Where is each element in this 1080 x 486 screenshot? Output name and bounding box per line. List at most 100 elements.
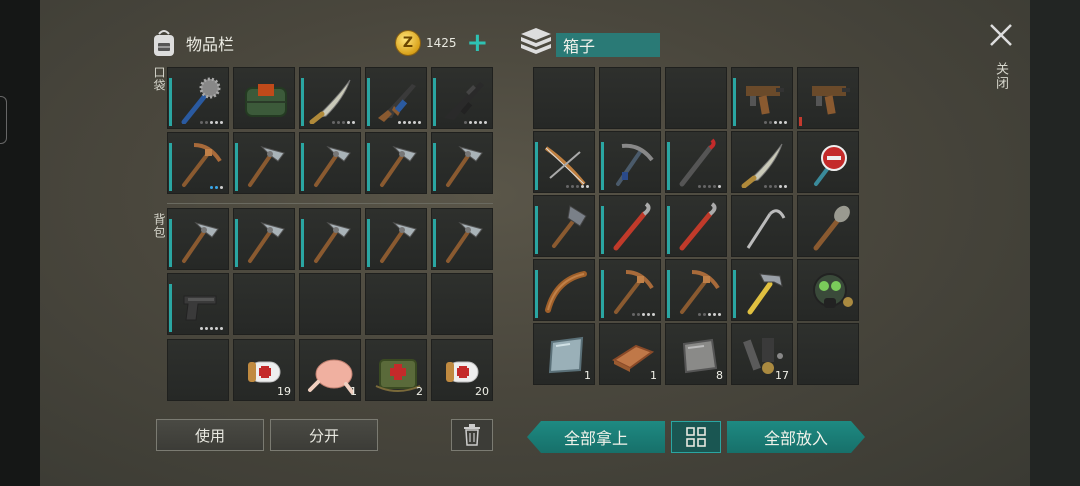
coin-balance: Z 1425 + xyxy=(396,30,489,56)
box-slot-empty[interactable] xyxy=(665,67,727,129)
pickaxe-icon xyxy=(182,143,222,187)
inventory-slot[interactable] xyxy=(431,132,493,194)
pickaxe-icon xyxy=(680,270,720,314)
backpack-icon xyxy=(154,30,174,56)
item-count: 1 xyxy=(584,369,591,382)
durability-dots xyxy=(200,327,223,330)
inventory-slot[interactable] xyxy=(431,67,493,129)
box-slot[interactable]: 17 xyxy=(731,323,793,385)
bow-icon xyxy=(544,146,586,186)
inventory-slot-empty[interactable] xyxy=(365,273,427,335)
box-slot[interactable]: 8 xyxy=(665,323,727,385)
box-slot[interactable] xyxy=(797,259,859,321)
inventory-slot[interactable] xyxy=(299,67,361,129)
spiked-club-icon xyxy=(181,77,221,124)
pickaxe-icon xyxy=(614,270,654,314)
box-slot[interactable]: 1 xyxy=(599,323,661,385)
box-slot[interactable] xyxy=(731,259,793,321)
uzi-icon xyxy=(812,86,850,115)
inventory-slot[interactable] xyxy=(233,67,295,129)
inventory-slot[interactable]: 1 xyxy=(299,339,361,401)
durability-dots xyxy=(764,121,787,124)
box-slot[interactable] xyxy=(665,195,727,257)
hook-icon xyxy=(746,209,786,249)
box-slot[interactable] xyxy=(533,131,595,193)
item-count: 1 xyxy=(350,385,357,398)
inventory-slot-empty[interactable] xyxy=(233,273,295,335)
box-slot[interactable] xyxy=(533,259,595,321)
inventory-slot[interactable] xyxy=(233,208,295,270)
hammer-pick-icon xyxy=(314,222,351,263)
box-slot[interactable] xyxy=(731,131,793,193)
box-slot[interactable] xyxy=(665,259,727,321)
box-slot[interactable] xyxy=(797,195,859,257)
sort-button[interactable] xyxy=(671,421,721,453)
inventory-slot-empty[interactable] xyxy=(431,273,493,335)
durability-dots xyxy=(210,186,223,189)
inventory-slot[interactable] xyxy=(167,273,229,335)
trash-button[interactable] xyxy=(451,419,493,451)
trash-icon xyxy=(464,424,480,446)
ak-rifle-icon xyxy=(378,84,416,122)
durability-dots xyxy=(200,121,223,124)
inventory-slot[interactable]: 2 xyxy=(365,339,427,401)
inventory-slot[interactable] xyxy=(167,67,229,129)
iron-plate-icon xyxy=(682,338,718,374)
inventory-slot[interactable] xyxy=(167,208,229,270)
inventory-slot[interactable] xyxy=(431,208,493,270)
inventory-slot[interactable] xyxy=(365,67,427,129)
item-count: 1 xyxy=(650,369,657,382)
pickaxe-dark-icon xyxy=(616,143,654,186)
use-button[interactable]: 使用 xyxy=(156,419,264,451)
item-count: 19 xyxy=(277,385,291,398)
pistol-icon xyxy=(183,295,217,321)
inventory-slot[interactable] xyxy=(365,208,427,270)
box-slot[interactable] xyxy=(731,195,793,257)
inventory-slot[interactable] xyxy=(299,132,361,194)
inventory-slot[interactable] xyxy=(167,132,229,194)
assault-rifle-icon xyxy=(444,82,484,120)
box-slot-empty[interactable] xyxy=(599,67,661,129)
hammer-pick-icon xyxy=(446,222,483,263)
add-coins-button[interactable]: + xyxy=(467,30,489,56)
medkit-icon xyxy=(375,359,421,392)
close-label[interactable]: 关闭 xyxy=(991,62,1010,90)
inventory-slot[interactable] xyxy=(365,132,427,194)
take-all-button[interactable]: 全部拿上 xyxy=(527,421,665,453)
hammer-pick-icon xyxy=(380,222,417,263)
box-slot[interactable] xyxy=(599,131,661,193)
box-slot[interactable] xyxy=(797,131,859,193)
inventory-slot[interactable]: 20 xyxy=(431,339,493,401)
split-button[interactable]: 分开 xyxy=(270,419,378,451)
box-slot-empty[interactable] xyxy=(797,323,859,385)
backpack-label: 背包 xyxy=(152,213,166,239)
army-bag-icon xyxy=(245,84,287,117)
hammer-pick-icon xyxy=(248,222,285,263)
inventory-header: 物品栏 xyxy=(150,28,234,58)
box-slot[interactable] xyxy=(797,67,859,129)
box-slot[interactable]: 1 xyxy=(533,323,595,385)
inventory-slot[interactable]: 19 xyxy=(233,339,295,401)
copper-ingot-icon xyxy=(611,344,655,372)
box-slot[interactable] xyxy=(599,259,661,321)
put-all-button[interactable]: 全部放入 xyxy=(727,421,865,453)
box-slot[interactable] xyxy=(665,131,727,193)
durability-dots xyxy=(698,185,721,188)
section-divider xyxy=(167,203,493,204)
inventory-slot[interactable] xyxy=(233,132,295,194)
inventory-slot-empty[interactable] xyxy=(299,273,361,335)
uzi-icon xyxy=(746,86,784,115)
box-slot[interactable] xyxy=(731,67,793,129)
close-icon[interactable] xyxy=(988,22,1014,48)
inventory-slot-empty[interactable] xyxy=(167,339,229,401)
box-title: 箱子 xyxy=(556,33,660,57)
steel-plate-icon xyxy=(548,336,584,374)
box-slot[interactable] xyxy=(533,195,595,257)
shovel-icon xyxy=(552,205,587,248)
inventory-slot[interactable] xyxy=(299,208,361,270)
item-count: 2 xyxy=(416,385,423,398)
item-count: 17 xyxy=(775,369,789,382)
coin-count: 1425 xyxy=(426,36,457,50)
box-slot-empty[interactable] xyxy=(533,67,595,129)
box-slot[interactable] xyxy=(599,195,661,257)
